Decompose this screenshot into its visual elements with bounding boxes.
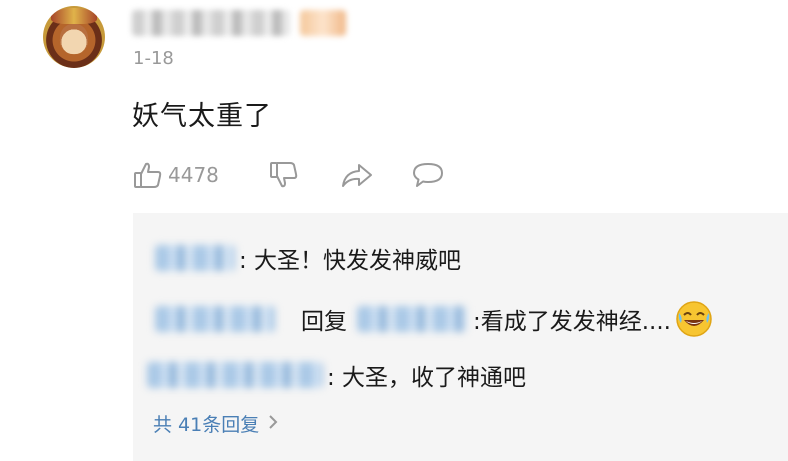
reply-username-blurred[interactable] xyxy=(147,362,323,388)
thumbs-up-icon xyxy=(132,159,164,191)
reply-text: : 大圣，收了神通吧 xyxy=(327,365,527,391)
replied-username-blurred[interactable] xyxy=(357,306,467,332)
chevron-right-icon xyxy=(267,413,279,435)
reply-item[interactable]: 回复 :看成了发发神经.... xyxy=(155,299,713,339)
reply-username-blurred[interactable] xyxy=(155,245,235,271)
comment-icon xyxy=(411,159,445,191)
like-button[interactable]: 4478 xyxy=(132,158,219,192)
reply-item[interactable]: : 大圣！快发发神威吧 xyxy=(155,238,461,278)
reply-username-blurred[interactable] xyxy=(155,306,275,332)
user-badge-blurred xyxy=(300,10,346,36)
username-blurred[interactable] xyxy=(132,10,290,36)
avatar-face xyxy=(60,24,88,54)
comment-text: 妖气太重了 xyxy=(132,101,272,132)
more-replies-link[interactable]: 共 41条回复 xyxy=(153,410,279,437)
reply-item[interactable]: : 大圣，收了神通吧 xyxy=(147,355,526,395)
laughing-tears-emoji-icon xyxy=(675,300,713,338)
comment-time: 1-18 xyxy=(133,48,174,69)
dislike-button[interactable] xyxy=(268,158,300,192)
like-count: 4478 xyxy=(168,163,219,187)
replies-panel: : 大圣！快发发神威吧 回复 :看成了发发神经.... : 大圣，收了神通吧 共… xyxy=(133,213,788,461)
reply-text: : 大圣！快发发神威吧 xyxy=(239,248,462,274)
reply-word: 回复 xyxy=(301,309,347,335)
share-button[interactable] xyxy=(340,158,374,192)
avatar-crown xyxy=(51,8,97,24)
thumbs-down-icon xyxy=(268,159,300,191)
more-replies-label: 共 41条回复 xyxy=(153,414,260,436)
comment-button[interactable] xyxy=(411,158,445,192)
reply-text: :看成了发发神经.... xyxy=(473,309,671,335)
share-icon xyxy=(340,159,374,191)
avatar[interactable] xyxy=(43,6,105,68)
